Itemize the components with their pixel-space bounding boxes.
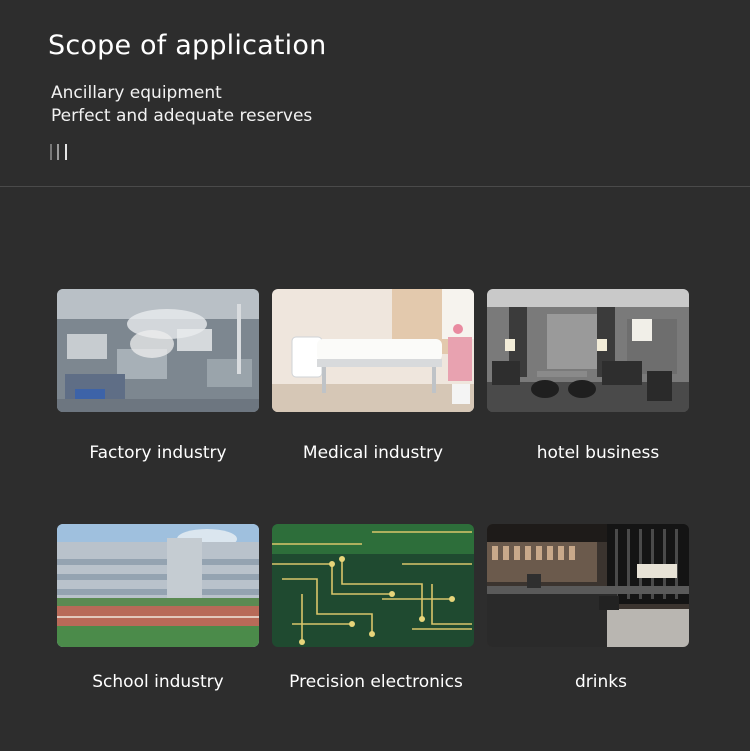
page-title: Scope of application — [48, 30, 327, 61]
tile-label-drinks: drinks — [575, 672, 627, 692]
bar-2 — [57, 144, 59, 160]
hospital-room-photo[interactable] — [272, 289, 474, 412]
bar-counter-photo-image — [487, 524, 689, 647]
tile-label-electronics: Precision electronics — [289, 672, 463, 692]
subtitle-line-1: Ancillary equipment — [51, 83, 222, 103]
school-building-photo[interactable] — [57, 524, 259, 647]
circuit-board-photo-image — [272, 524, 474, 647]
bar-counter-photo[interactable] — [487, 524, 689, 647]
hotel-lobby-photo-image — [487, 289, 689, 412]
tile-label-factory: Factory industry — [89, 443, 227, 463]
tile-label-hotel: hotel business — [536, 443, 660, 463]
hotel-lobby-photo[interactable] — [487, 289, 689, 412]
tile-label-medical: Medical industry — [302, 443, 444, 463]
divider — [0, 186, 750, 187]
factory-photo-image — [57, 289, 259, 412]
bar-1 — [50, 144, 52, 160]
subtitle-line-2: Perfect and adequate reserves — [51, 106, 313, 126]
circuit-board-photo[interactable] — [272, 524, 474, 647]
school-building-photo-image — [57, 524, 259, 647]
hospital-room-photo-image — [272, 289, 474, 412]
bar-3 — [65, 144, 67, 160]
tile-label-school: School industry — [92, 672, 224, 692]
factory-photo[interactable] — [57, 289, 259, 412]
